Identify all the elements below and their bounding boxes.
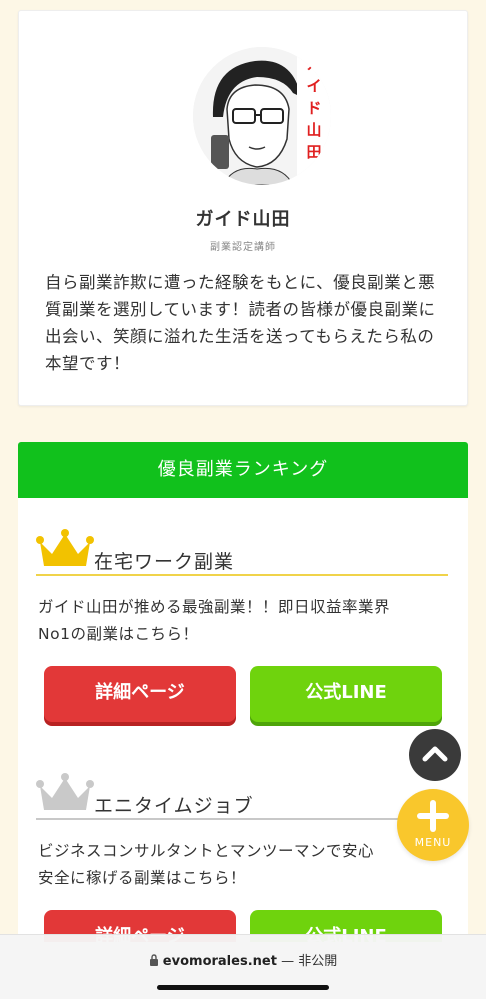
url-row[interactable]: evomorales.net — 非公開 xyxy=(0,950,486,969)
rank-description-line: ガイド山田が推める最強副業！！即日収益率業界 xyxy=(38,598,391,616)
home-indicator xyxy=(157,985,329,990)
rank-description-line: 安全に稼げる副業はこちら！ xyxy=(38,869,247,887)
official-line-button[interactable]: 公式LINE xyxy=(250,666,442,722)
menu-label: MENU xyxy=(414,836,452,849)
rank-title-row: 在宅ワーク副業 xyxy=(36,529,448,576)
svg-text:イ: イ xyxy=(306,77,321,95)
url-domain: evomorales.net xyxy=(162,954,277,969)
profile-card: ガ イ ド 山 田 ガイド山田 副業認定講師 自ら副業詐欺に遭った経験をもとに、… xyxy=(18,10,468,406)
lock-icon xyxy=(149,954,158,966)
gold-crown-icon xyxy=(36,529,94,566)
detail-page-button[interactable]: 詳細ページ xyxy=(44,666,236,722)
rank-title-row: エニタイムジョブ xyxy=(36,773,448,820)
ranking-card: 優良副業ランキング 在宅ワーク副業 ガイド山田が推める最強副業！！即日収益率業界… xyxy=(18,442,468,942)
menu-button[interactable]: MENU xyxy=(397,789,469,861)
rank-description-line: ビジネスコンサルタントとマンツーマンで安心 xyxy=(38,842,375,860)
plus-icon xyxy=(417,800,449,832)
url-status: — 非公開 xyxy=(281,954,338,969)
profile-bio: 自ら副業詐欺に遭った経験をもとに、優良副業と悪質副業を選別しています！読者の皆様… xyxy=(45,273,436,373)
rank-description-line: No1の副業はこちら！ xyxy=(38,625,199,643)
scroll-top-button[interactable] xyxy=(409,729,461,781)
rank-title: 在宅ワーク副業 xyxy=(94,551,235,573)
silver-crown-icon xyxy=(36,773,94,810)
rank-description: ビジネスコンサルタントとマンツーマンで安心 安全に稼げる副業はこちら！ xyxy=(38,838,458,892)
svg-text:ド: ド xyxy=(306,99,321,117)
rank-title: エニタイムジョブ xyxy=(94,795,254,817)
svg-text:ガ: ガ xyxy=(306,55,321,73)
browser-address-bar[interactable]: evomorales.net — 非公開 xyxy=(0,934,486,999)
svg-text:山: 山 xyxy=(306,121,321,139)
ranking-header: 優良副業ランキング xyxy=(18,442,468,498)
rank-description: ガイド山田が推める最強副業！！即日収益率業界 No1の副業はこちら！ xyxy=(38,594,458,648)
profile-name: ガイド山田 xyxy=(195,209,291,230)
chevron-up-icon xyxy=(422,746,448,762)
profile-role: 副業認定講師 xyxy=(210,242,276,253)
avatar-illustration: ガ イ ド 山 田 xyxy=(193,47,331,185)
svg-text:田: 田 xyxy=(306,143,321,161)
avatar: ガ イ ド 山 田 xyxy=(193,47,331,185)
